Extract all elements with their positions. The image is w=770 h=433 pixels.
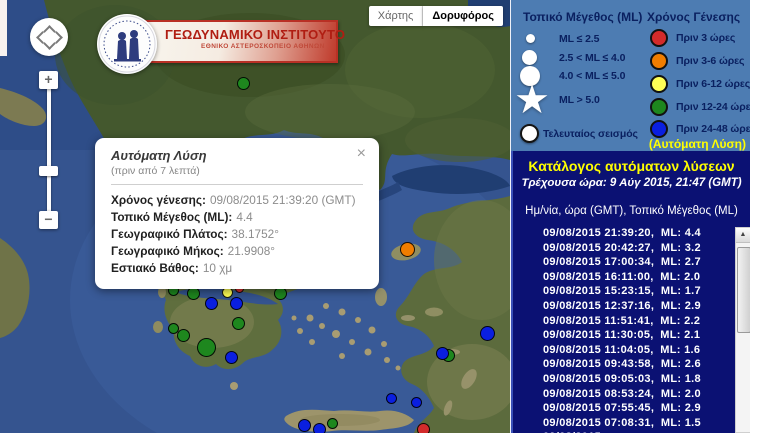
popup-field-origin-time: Χρόνος γένεσης: 09/08/2015 21:39:20 (GMT) [111,193,356,207]
map-type-switcher: Χάρτης Δορυφόρος [368,6,503,26]
catalog-entry[interactable]: 09/08/2015 21:39:20, ML: 4.4 [543,226,701,241]
institute-logo-banner[interactable]: ΓΕΩΔΥΝΑΜΙΚΟ ΙΝΣΤΙΤΟΥΤΟ ΕΘΝΙΚΟ ΑΣΤΕΡΟΣΚΟΠ… [97,12,346,74]
institute-subtitle: ΕΘΝΙΚΟ ΑΣΤΕΡΟΣΚΟΠΕΙΟ ΑΘΗΝΩΝ [201,43,325,50]
catalog-scrollbar[interactable]: ▲ [735,227,750,433]
earthquake-marker-blue[interactable] [297,418,311,432]
magnitude-label: Τελευταίος σεισμός [543,128,638,140]
catalog-entry[interactable]: 09/08/2015 09:43:58, ML: 2.6 [543,357,701,372]
earthquake-marker-blue[interactable] [229,296,243,310]
magnitude-label: 2.5 < ML ≤ 4.0 [559,52,626,64]
catalog-entry[interactable]: 09/08/2015 12:37:16, ML: 2.9 [543,299,701,314]
time-label: Πριν 3 ώρες [676,32,736,44]
time-dot-yellow [650,75,668,93]
map-type-button-map[interactable]: Χάρτης [368,6,424,26]
institute-banner-plate: ΓΕΩΔΥΝΑΜΙΚΟ ΙΝΣΤΙΤΟΥΤΟ ΕΘΝΙΚΟ ΑΣΤΕΡΟΣΚΟΠ… [137,20,346,63]
catalog-entry[interactable]: 09/08/2015 17:00:34, ML: 2.7 [543,255,701,270]
popup-field-magnitude: Τοπικό Μέγεθος (ML): 4.4 [111,210,253,224]
catalog-title: Κατάλογος αυτόματων λύσεων [528,158,735,174]
earthquake-marker-green[interactable] [196,337,216,357]
page-background-gutter [750,0,770,433]
close-icon[interactable]: × [357,146,366,162]
scrollbar-up-arrow-icon[interactable]: ▲ [736,228,750,243]
page-edge-strip [0,0,7,56]
earthquake-marker-blue[interactable] [410,396,422,408]
popup-field-depth: Εστιακό Βάθος: 10 χμ [111,261,233,275]
earthquake-marker-green[interactable] [326,417,338,429]
magnitude-symbol-star-icon: ★ [514,78,550,122]
time-label: Πριν 3-6 ώρες [676,55,745,67]
popup-field-latitude: Γεωγραφικό Πλάτος: 38.1752° [111,227,279,241]
catalog-entry[interactable]: 09/08/2015 08:53:24, ML: 2.0 [543,387,701,402]
catalog-entry[interactable]: 09/08/2015 07:08:31, ML: 1.5 [543,416,701,431]
catalog-current-time: Τρέχουσα ώρα: 9 Αύγ 2015, 21:47 (GMT) [521,177,742,189]
earthquake-marker-green[interactable] [231,316,245,330]
magnitude-symbol-small-circle [526,34,535,43]
zoom-slider-handle[interactable] [39,166,58,176]
earthquake-marker-red[interactable] [416,422,430,433]
catalog-entry[interactable]: 09/08/2015 11:30:05, ML: 2.1 [543,328,701,343]
geodynamic-institute-page: + − ΓΕΩΔΥΝΑΜΙΚΟ ΙΝΣΤΙΤΟΥΤΟ ΕΘΝΙΚΟ ΑΣΤΕΡΟ… [0,0,770,433]
catalog-entry[interactable]: 09/08/2015 09:05:03, ML: 1.8 [543,372,701,387]
catalog-entry[interactable]: 09/08/2015 15:23:15, ML: 1.7 [543,284,701,299]
time-dot-red [650,29,668,47]
earthquake-marker-green[interactable] [236,76,250,90]
zoom-slider-track[interactable] [47,89,51,211]
magnitude-label: ML ≤ 2.5 [559,33,600,45]
magnitude-legend-title: Τοπικό Μέγεθος (ML) [523,10,643,24]
earthquake-marker-green[interactable] [176,328,190,342]
scrollbar-thumb[interactable] [737,247,750,333]
solutions-catalog: Κατάλογος αυτόματων λύσεων Τρέχουσα ώρα:… [511,151,750,433]
catalog-entry[interactable]: 09/08/2015 16:11:00, ML: 2.0 [543,270,701,285]
time-label: Πριν 24-48 ώρες [676,123,750,135]
panel-divider [510,0,511,433]
time-legend-title: Χρόνος Γένεσης [647,10,741,24]
map-canvas[interactable]: + − ΓΕΩΔΥΝΑΜΙΚΟ ΙΝΣΤΙΤΟΥΤΟ ΕΘΝΙΚΟ ΑΣΤΕΡΟ… [0,0,510,433]
time-label: Πριν 6-12 ώρες [676,78,750,90]
catalog-entry[interactable]: 09/08/2015 11:04:05, ML: 1.6 [543,343,701,358]
catalog-entry[interactable]: 09/08/2015 07:55:45, ML: 2.9 [543,401,701,416]
time-dot-orange [650,52,668,70]
earthquake-marker-blue[interactable] [204,296,218,310]
magnitude-label: 4.0 < ML ≤ 5.0 [559,70,626,82]
earthquake-info-popup: × Αυτόματη Λύση (πριν από 7 λεπτά) Χρόνο… [95,138,379,289]
catalog-entry[interactable]: 09/08/2015 11:51:41, ML: 2.2 [543,314,701,329]
earthquake-marker-orange[interactable] [399,241,415,257]
latest-earthquake-symbol [520,124,539,143]
institute-title: ΓΕΩΔΥΝΑΜΙΚΟ ΙΝΣΤΙΤΟΥΤΟ [165,27,346,42]
earthquake-marker-blue[interactable] [224,350,238,364]
earthquake-marker-blue[interactable] [435,346,449,360]
side-panel: Τοπικό Μέγεθος (ML) ML ≤ 2.5 2.5 < ML ≤ … [511,0,750,433]
observatory-seal-icon [97,14,157,74]
popup-field-longitude: Γεωγραφικό Μήκος: 21.9908° [111,244,276,258]
earthquake-marker-blue[interactable] [312,422,326,433]
popup-title: Αυτόματη Λύση [111,148,207,163]
popup-divider [111,184,363,185]
zoom-in-button[interactable]: + [39,71,58,89]
zoom-out-button[interactable]: − [39,211,58,229]
popup-subtitle: (πριν από 7 λεπτά) [111,165,200,177]
map-pan-control[interactable] [30,18,68,56]
time-dot-green [650,98,668,116]
earthquake-marker-blue[interactable] [385,392,397,404]
map-type-button-satellite[interactable]: Δορυφόρος [423,6,503,26]
catalog-columns-header: Ημ/νία, ώρα (GMT), Τοπικό Μέγεθος (ML) [525,205,738,217]
catalog-list: 09/08/2015 21:39:20, ML: 4.4 09/08/2015 2… [543,226,701,433]
time-label: Πριν 12-24 ώρες [676,101,750,113]
magnitude-label: ML > 5.0 [559,94,600,106]
time-dot-blue [650,120,668,138]
earthquake-marker-blue[interactable] [479,325,495,341]
catalog-entry[interactable]: 09/08/2015 20:42:27, ML: 3.2 [543,241,701,256]
legend-footnote: (Αυτόματη Λύση) [648,137,746,151]
legend-panel: Τοπικό Μέγεθος (ML) ML ≤ 2.5 2.5 < ML ≤ … [511,0,750,151]
magnitude-symbol-medium-circle [522,50,537,65]
